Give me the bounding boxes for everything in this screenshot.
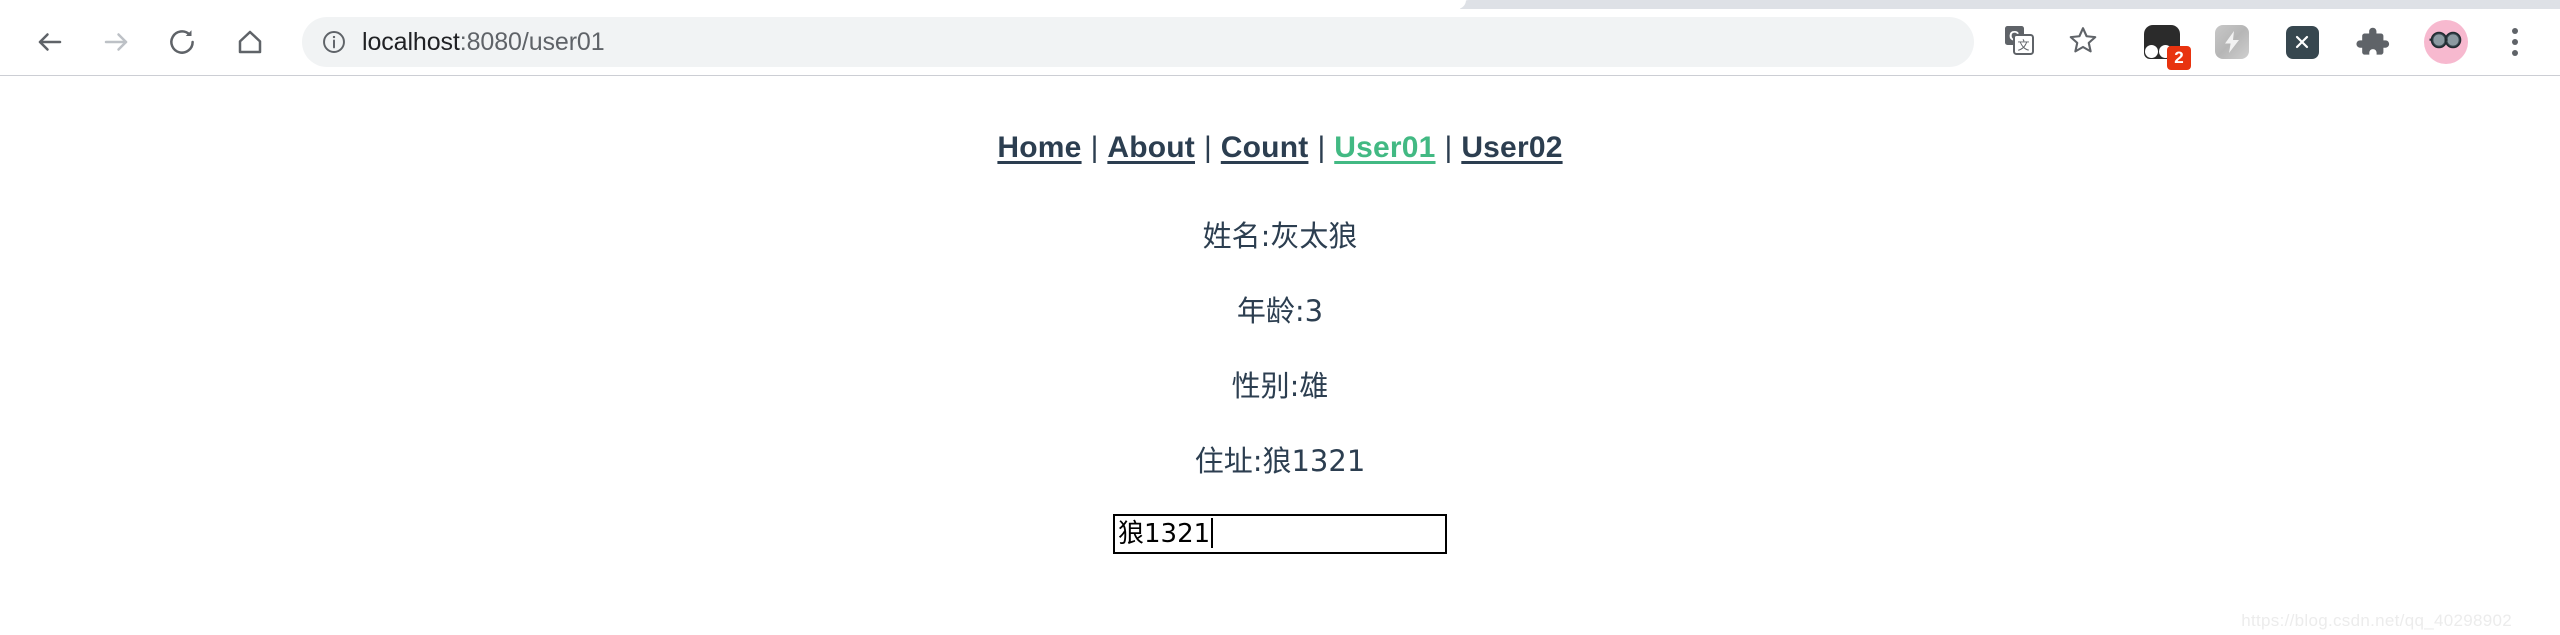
user-gender-line: 性别:雄 [1231,369,1329,403]
extension-x-button[interactable] [2282,22,2322,62]
text-cursor [1211,518,1214,548]
address-bar[interactable]: localhost:8080/user01 [302,17,1974,67]
reload-icon [167,27,197,57]
extension-lightning-button[interactable] [2212,22,2252,62]
extension-dark-badge-button[interactable]: 2 [2142,22,2191,70]
user-info-list: 姓名:灰太狼 年龄:3 性别:雄 住址:狼1321 [0,222,2560,476]
nav-link-user01[interactable]: User01 [1334,131,1435,164]
x-mark-icon [2285,25,2319,59]
nav-link-user02[interactable]: User02 [1461,131,1562,164]
sunglasses-avatar-icon [2429,30,2463,55]
back-button[interactable] [22,14,78,70]
browser-menu-button[interactable] [2492,19,2538,65]
site-navigation: Home | About | Count | User01 | User02 [0,76,2560,165]
forward-button [88,14,144,70]
browser-chrome: localhost:8080/user01 G 文 [0,0,2560,76]
nav-separator-4: | [1444,131,1453,164]
forward-arrow-icon [101,27,131,57]
nav-separator-3: | [1317,131,1326,164]
extensions-menu-button[interactable] [2352,22,2392,62]
nav-link-home[interactable]: Home [997,131,1081,164]
url-host: localhost [362,27,460,56]
svg-text:文: 文 [2017,37,2029,52]
url-text: localhost:8080/user01 [362,28,605,57]
nav-link-about[interactable]: About [1107,131,1195,164]
watermark-text: https://blog.csdn.net/qq_40298902 [2241,611,2512,630]
user-address-line: 住址:狼1321 [1194,444,1366,478]
site-info-icon[interactable] [321,29,347,55]
menu-dot-bottom [2512,50,2518,56]
nav-link-count[interactable]: Count [1221,131,1309,164]
profile-avatar[interactable] [2424,20,2468,64]
extension-dark-eye-left [2145,45,2158,58]
extension-icons-group: 2 [2142,22,2422,70]
nav-separator-1: | [1090,131,1099,164]
reload-button[interactable] [154,14,210,70]
bookmark-button[interactable] [2060,19,2106,65]
three-dot-menu-icon [2512,28,2518,34]
url-path: :8080/user01 [459,27,605,56]
menu-dot-middle [2512,39,2518,45]
puzzle-piece-icon [2353,23,2391,61]
home-button[interactable] [222,14,278,70]
google-translate-icon: G 文 [2003,24,2035,61]
lightning-bolt-icon [2215,25,2249,59]
home-icon [235,27,265,57]
user-age-line: 年龄:3 [1236,294,1324,328]
address-input-wrapper: 狼1321 [0,514,2560,554]
extension-badge-count: 2 [2167,46,2191,70]
user-name-line: 姓名:灰太狼 [1202,219,1358,253]
translate-button[interactable]: G 文 [1996,19,2042,65]
back-arrow-icon [35,27,65,57]
address-input-field[interactable]: 狼1321 [1113,514,1447,554]
page-content: Home | About | Count | User01 | User02 姓名:灰太狼 年龄… [0,76,2560,635]
browser-toolbar: localhost:8080/user01 G 文 [0,9,2560,75]
star-outline-icon [2068,25,2098,60]
nav-separator-2: | [1204,131,1212,164]
address-input-value: 狼1321 [1118,519,1211,549]
tab-strip-remnant [1446,0,2560,9]
